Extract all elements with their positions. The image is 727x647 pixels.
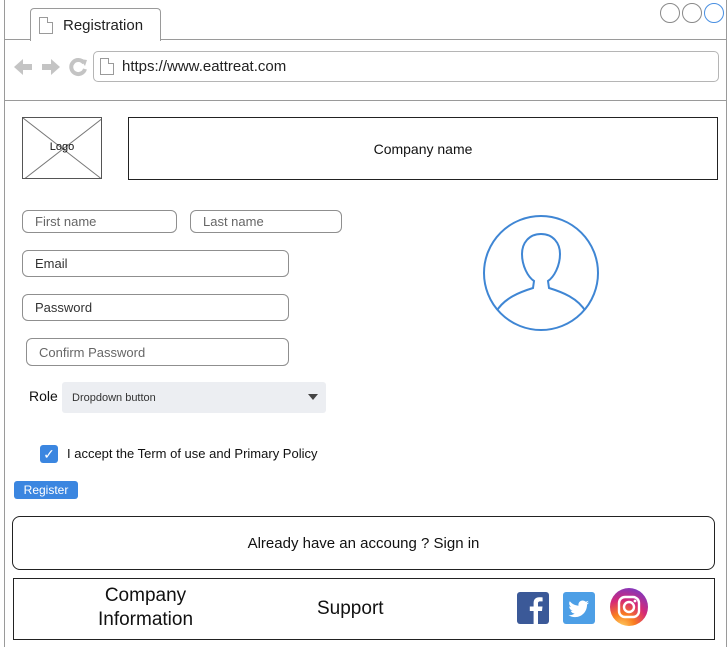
twitter-icon[interactable] [563,592,595,624]
register-button[interactable]: Register [14,481,78,499]
sign-in-text: Already have an accoung ? Sign in [247,534,480,552]
company-name: Company name [373,140,473,157]
role-label: Role [29,388,58,404]
forward-arrow-icon[interactable] [40,57,62,79]
page-icon [100,58,114,75]
window-close-button[interactable] [660,3,680,23]
role-dropdown[interactable]: Dropdown button [62,382,326,413]
first-name-input[interactable]: First name [22,210,177,233]
company-name-banner: Company name [128,117,718,180]
window-minimize-button[interactable] [682,3,702,23]
accept-terms-label: I accept the Term of use and Primary Pol… [67,446,318,461]
sign-in-link[interactable]: Already have an accoung ? Sign in [12,516,715,570]
url-text: https://www.eattreat.com [122,58,287,75]
email-input[interactable]: Email [22,250,289,277]
browser-tab[interactable]: Registration [30,8,161,41]
tab-title: Registration [63,16,144,34]
accept-terms-checkbox[interactable]: ✓ [40,445,58,463]
window-maximize-button[interactable] [704,3,724,23]
logo-placeholder: Logo [22,117,102,179]
caret-down-icon [308,394,318,400]
facebook-icon[interactable] [517,592,549,624]
user-avatar-icon[interactable] [482,214,600,332]
address-bar[interactable]: https://www.eattreat.com [93,51,719,82]
page-icon [39,16,53,34]
back-arrow-icon[interactable] [12,57,34,79]
reload-icon[interactable] [68,57,88,79]
logo-label: Logo [49,141,75,153]
instagram-icon[interactable] [610,588,648,626]
last-name-input[interactable]: Last name [190,210,342,233]
company-information-link[interactable]: Company Information [83,584,208,632]
support-link[interactable]: Support [317,598,384,620]
confirm-password-input[interactable]: Confirm Password [26,338,289,366]
role-dropdown-value: Dropdown button [72,391,156,404]
password-input[interactable]: Password [22,294,289,321]
